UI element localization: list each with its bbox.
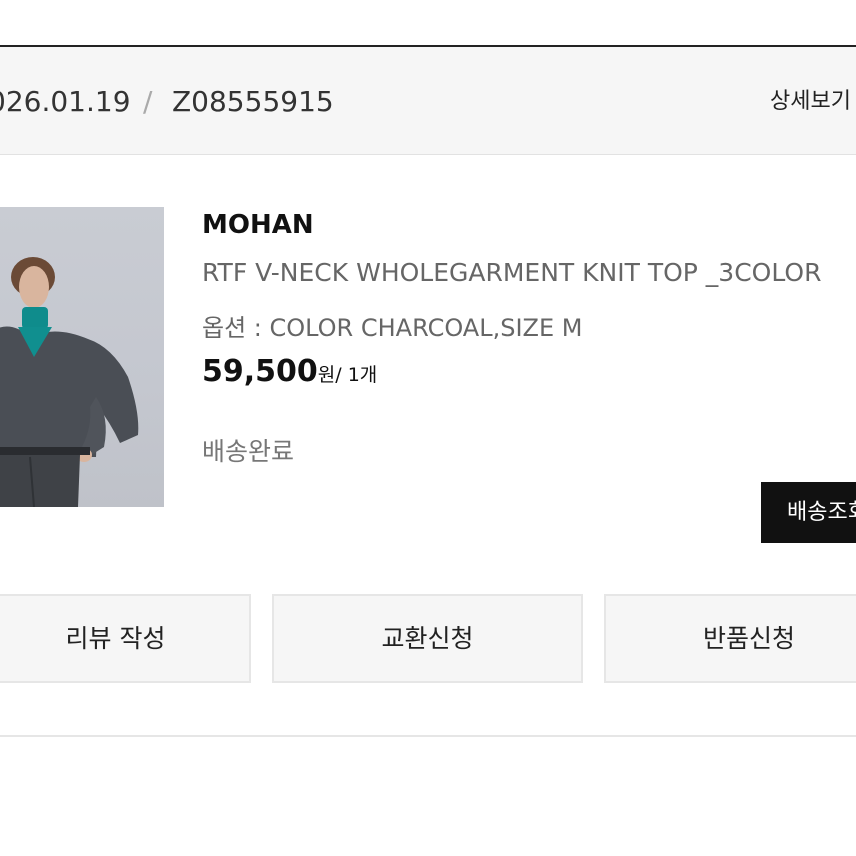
model-photo-illustration — [0, 257, 139, 507]
product-image[interactable] — [0, 207, 164, 507]
product-name[interactable]: RTF V-NECK WHOLEGARMENT KNIT TOP _3COLOR — [202, 258, 821, 287]
price-currency: 원 — [317, 364, 336, 386]
product-price: 59,500 — [202, 354, 318, 389]
exchange-request-button[interactable]: 교환신청 — [272, 594, 583, 683]
track-delivery-button[interactable]: 배송조회 — [761, 482, 856, 543]
write-review-button[interactable]: 리뷰 작성 — [0, 594, 251, 683]
order-separator: / — [143, 85, 153, 118]
bottom-divider — [0, 735, 856, 737]
order-number: Z08555915 — [172, 85, 334, 118]
return-request-button[interactable]: 반품신청 — [604, 594, 856, 683]
order-detail-link[interactable]: 상세보기 — [770, 87, 851, 117]
order-header: 026.01.19 / Z08555915 상세보기 — [0, 47, 856, 155]
price-row: 59,500원/ 1개 — [202, 354, 377, 389]
delivery-status: 배송완료 — [202, 437, 295, 466]
product-option: 옵션 : COLOR CHARCOAL,SIZE M — [202, 314, 583, 342]
product-brand[interactable]: MOHAN — [202, 210, 314, 240]
order-date: 026.01.19 — [0, 85, 131, 118]
product-quantity: / 1개 — [335, 364, 378, 386]
